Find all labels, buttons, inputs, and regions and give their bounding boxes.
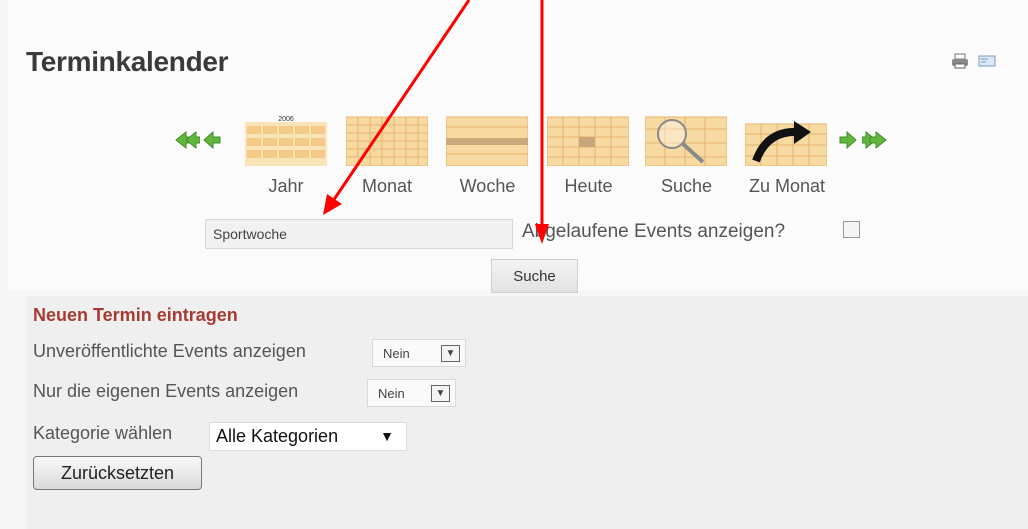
year-calendar-icon[interactable]: 2006: [245, 114, 327, 166]
forward-icon[interactable]: [838, 128, 858, 152]
today-calendar-icon[interactable]: [547, 114, 629, 166]
filter-panel: [26, 296, 1028, 529]
chevron-down-icon: ▼: [380, 428, 394, 444]
view-label-zu-monat[interactable]: Zu Monat: [737, 176, 837, 197]
search-input[interactable]: [205, 219, 513, 249]
expired-events-checkbox[interactable]: [843, 221, 860, 238]
category-select[interactable]: Alle Kategorien ▼: [209, 422, 407, 451]
view-label-jahr[interactable]: Jahr: [256, 176, 316, 197]
unpublished-events-select[interactable]: Nein ▼: [372, 339, 466, 367]
new-event-link[interactable]: Neuen Termin eintragen: [33, 305, 238, 326]
category-value: Alle Kategorien: [216, 426, 339, 446]
page-title: Terminkalender: [26, 46, 229, 77]
search-calendar-icon[interactable]: [645, 114, 727, 166]
view-label-woche[interactable]: Woche: [450, 176, 525, 197]
chevron-down-icon: ▼: [441, 345, 460, 362]
search-button[interactable]: Suche: [491, 259, 578, 293]
expired-events-label: Abgelaufene Events anzeigen?: [522, 221, 786, 242]
fast-forward-icon[interactable]: [862, 128, 890, 152]
mail-icon[interactable]: [978, 55, 996, 67]
unpublished-events-value: Nein: [383, 346, 410, 361]
category-label: Kategorie wählen: [33, 423, 173, 443]
view-label-heute[interactable]: Heute: [551, 176, 626, 197]
week-calendar-icon[interactable]: [446, 114, 528, 166]
back-icon[interactable]: [202, 128, 222, 152]
fast-back-icon[interactable]: [172, 128, 200, 152]
own-events-select[interactable]: Nein ▼: [367, 379, 456, 407]
month-calendar-icon[interactable]: [346, 114, 428, 166]
own-events-value: Nein: [378, 386, 405, 401]
view-label-monat[interactable]: Monat: [352, 176, 422, 197]
year-icon-label: 2006: [278, 116, 294, 123]
chevron-down-icon: ▼: [431, 385, 450, 402]
unpublished-events-label: Unveröffentlichte Events anzeigen: [33, 341, 306, 361]
reset-button[interactable]: Zurücksetzten: [33, 456, 202, 490]
jump-to-month-icon[interactable]: [745, 114, 827, 166]
own-events-label: Nur die eigenen Events anzeigen: [33, 381, 299, 401]
print-icon[interactable]: [950, 53, 970, 69]
view-label-suche[interactable]: Suche: [649, 176, 724, 197]
